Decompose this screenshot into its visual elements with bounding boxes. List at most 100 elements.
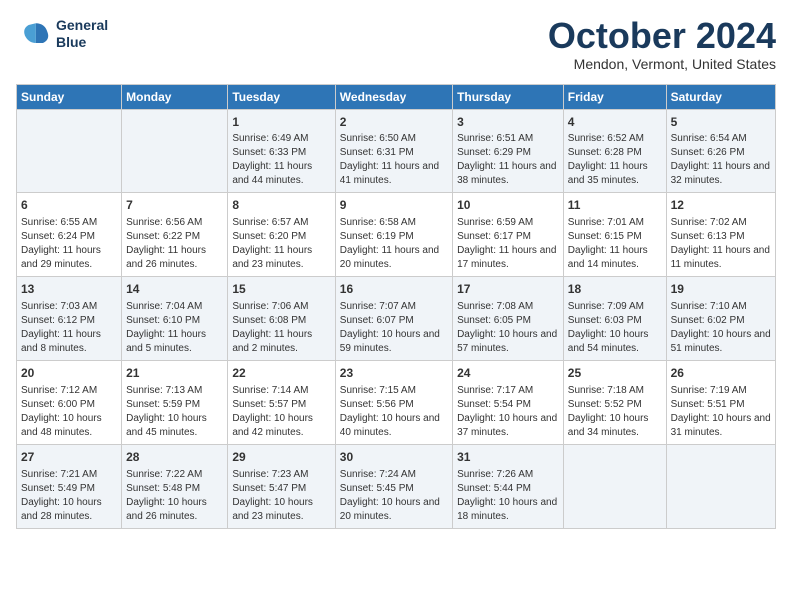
day-info: Sunrise: 6:55 AM bbox=[21, 216, 117, 230]
day-info: Sunset: 5:45 PM bbox=[340, 482, 448, 496]
day-info: Daylight: 10 hours and 20 minutes. bbox=[340, 496, 448, 524]
day-info: Sunset: 6:08 PM bbox=[232, 314, 330, 328]
day-info: Sunset: 5:59 PM bbox=[126, 398, 223, 412]
day-info: Sunset: 5:56 PM bbox=[340, 398, 448, 412]
calendar-cell: 5Sunrise: 6:54 AMSunset: 6:26 PMDaylight… bbox=[666, 109, 775, 193]
day-info: Daylight: 10 hours and 59 minutes. bbox=[340, 328, 448, 356]
day-number: 19 bbox=[671, 281, 771, 298]
day-info: Sunrise: 7:23 AM bbox=[232, 468, 330, 482]
day-info: Sunrise: 7:14 AM bbox=[232, 384, 330, 398]
day-number: 8 bbox=[232, 197, 330, 214]
day-info: Sunrise: 7:18 AM bbox=[568, 384, 662, 398]
day-info: Sunset: 6:29 PM bbox=[457, 146, 559, 160]
day-number: 28 bbox=[126, 449, 223, 466]
day-info: Daylight: 10 hours and 54 minutes. bbox=[568, 328, 662, 356]
calendar-cell: 31Sunrise: 7:26 AMSunset: 5:44 PMDayligh… bbox=[453, 444, 564, 528]
calendar-week-row: 20Sunrise: 7:12 AMSunset: 6:00 PMDayligh… bbox=[17, 360, 776, 444]
day-info: Sunset: 6:02 PM bbox=[671, 314, 771, 328]
day-number: 10 bbox=[457, 197, 559, 214]
weekday-header: Wednesday bbox=[335, 84, 452, 109]
day-info: Sunrise: 7:09 AM bbox=[568, 300, 662, 314]
calendar-cell bbox=[122, 109, 228, 193]
day-info: Daylight: 11 hours and 38 minutes. bbox=[457, 160, 559, 188]
calendar-cell bbox=[17, 109, 122, 193]
location: Mendon, Vermont, United States bbox=[548, 56, 776, 72]
calendar-cell: 14Sunrise: 7:04 AMSunset: 6:10 PMDayligh… bbox=[122, 277, 228, 361]
day-number: 14 bbox=[126, 281, 223, 298]
day-info: Daylight: 11 hours and 35 minutes. bbox=[568, 160, 662, 188]
day-info: Sunset: 6:17 PM bbox=[457, 230, 559, 244]
day-info: Sunset: 5:51 PM bbox=[671, 398, 771, 412]
calendar-cell: 16Sunrise: 7:07 AMSunset: 6:07 PMDayligh… bbox=[335, 277, 452, 361]
calendar-cell: 10Sunrise: 6:59 AMSunset: 6:17 PMDayligh… bbox=[453, 193, 564, 277]
day-number: 1 bbox=[232, 114, 330, 131]
day-info: Daylight: 11 hours and 14 minutes. bbox=[568, 244, 662, 272]
day-info: Sunrise: 7:21 AM bbox=[21, 468, 117, 482]
day-number: 3 bbox=[457, 114, 559, 131]
header-row: SundayMondayTuesdayWednesdayThursdayFrid… bbox=[17, 84, 776, 109]
calendar-cell: 24Sunrise: 7:17 AMSunset: 5:54 PMDayligh… bbox=[453, 360, 564, 444]
logo-line2: Blue bbox=[56, 34, 108, 51]
day-info: Sunset: 6:12 PM bbox=[21, 314, 117, 328]
calendar-cell: 7Sunrise: 6:56 AMSunset: 6:22 PMDaylight… bbox=[122, 193, 228, 277]
day-number: 26 bbox=[671, 365, 771, 382]
day-info: Sunrise: 6:58 AM bbox=[340, 216, 448, 230]
calendar-cell: 4Sunrise: 6:52 AMSunset: 6:28 PMDaylight… bbox=[563, 109, 666, 193]
calendar-week-row: 6Sunrise: 6:55 AMSunset: 6:24 PMDaylight… bbox=[17, 193, 776, 277]
day-number: 16 bbox=[340, 281, 448, 298]
day-info: Sunset: 6:31 PM bbox=[340, 146, 448, 160]
day-info: Daylight: 11 hours and 8 minutes. bbox=[21, 328, 117, 356]
day-info: Daylight: 11 hours and 44 minutes. bbox=[232, 160, 330, 188]
day-number: 20 bbox=[21, 365, 117, 382]
day-info: Daylight: 11 hours and 2 minutes. bbox=[232, 328, 330, 356]
day-info: Daylight: 11 hours and 32 minutes. bbox=[671, 160, 771, 188]
day-info: Sunrise: 6:57 AM bbox=[232, 216, 330, 230]
weekday-header: Tuesday bbox=[228, 84, 335, 109]
day-info: Sunrise: 7:02 AM bbox=[671, 216, 771, 230]
day-info: Sunset: 5:48 PM bbox=[126, 482, 223, 496]
day-info: Sunset: 6:26 PM bbox=[671, 146, 771, 160]
calendar-cell: 18Sunrise: 7:09 AMSunset: 6:03 PMDayligh… bbox=[563, 277, 666, 361]
calendar-cell: 22Sunrise: 7:14 AMSunset: 5:57 PMDayligh… bbox=[228, 360, 335, 444]
day-info: Daylight: 10 hours and 23 minutes. bbox=[232, 496, 330, 524]
weekday-header: Friday bbox=[563, 84, 666, 109]
calendar-body: 1Sunrise: 6:49 AMSunset: 6:33 PMDaylight… bbox=[17, 109, 776, 528]
day-info: Sunrise: 7:22 AM bbox=[126, 468, 223, 482]
day-info: Daylight: 10 hours and 45 minutes. bbox=[126, 412, 223, 440]
day-number: 9 bbox=[340, 197, 448, 214]
day-number: 4 bbox=[568, 114, 662, 131]
day-info: Sunset: 5:47 PM bbox=[232, 482, 330, 496]
calendar-cell: 12Sunrise: 7:02 AMSunset: 6:13 PMDayligh… bbox=[666, 193, 775, 277]
calendar-cell: 21Sunrise: 7:13 AMSunset: 5:59 PMDayligh… bbox=[122, 360, 228, 444]
logo: General Blue bbox=[16, 16, 108, 52]
day-number: 18 bbox=[568, 281, 662, 298]
day-info: Sunrise: 6:50 AM bbox=[340, 132, 448, 146]
day-number: 15 bbox=[232, 281, 330, 298]
day-info: Daylight: 10 hours and 18 minutes. bbox=[457, 496, 559, 524]
day-info: Daylight: 11 hours and 29 minutes. bbox=[21, 244, 117, 272]
calendar-cell: 17Sunrise: 7:08 AMSunset: 6:05 PMDayligh… bbox=[453, 277, 564, 361]
day-number: 11 bbox=[568, 197, 662, 214]
day-number: 13 bbox=[21, 281, 117, 298]
day-info: Daylight: 11 hours and 17 minutes. bbox=[457, 244, 559, 272]
day-info: Sunrise: 7:24 AM bbox=[340, 468, 448, 482]
calendar-cell: 8Sunrise: 6:57 AMSunset: 6:20 PMDaylight… bbox=[228, 193, 335, 277]
calendar-cell: 11Sunrise: 7:01 AMSunset: 6:15 PMDayligh… bbox=[563, 193, 666, 277]
day-number: 12 bbox=[671, 197, 771, 214]
calendar-cell: 25Sunrise: 7:18 AMSunset: 5:52 PMDayligh… bbox=[563, 360, 666, 444]
calendar-cell: 15Sunrise: 7:06 AMSunset: 6:08 PMDayligh… bbox=[228, 277, 335, 361]
day-info: Daylight: 10 hours and 26 minutes. bbox=[126, 496, 223, 524]
day-info: Daylight: 11 hours and 5 minutes. bbox=[126, 328, 223, 356]
day-number: 23 bbox=[340, 365, 448, 382]
day-number: 5 bbox=[671, 114, 771, 131]
day-info: Sunrise: 6:49 AM bbox=[232, 132, 330, 146]
page-header: General Blue October 2024 Mendon, Vermon… bbox=[16, 16, 776, 72]
day-info: Sunrise: 7:03 AM bbox=[21, 300, 117, 314]
day-info: Sunset: 5:57 PM bbox=[232, 398, 330, 412]
day-info: Daylight: 10 hours and 34 minutes. bbox=[568, 412, 662, 440]
day-info: Sunset: 5:44 PM bbox=[457, 482, 559, 496]
calendar-cell: 1Sunrise: 6:49 AMSunset: 6:33 PMDaylight… bbox=[228, 109, 335, 193]
calendar-cell bbox=[563, 444, 666, 528]
day-info: Sunrise: 7:17 AM bbox=[457, 384, 559, 398]
day-info: Sunrise: 7:15 AM bbox=[340, 384, 448, 398]
